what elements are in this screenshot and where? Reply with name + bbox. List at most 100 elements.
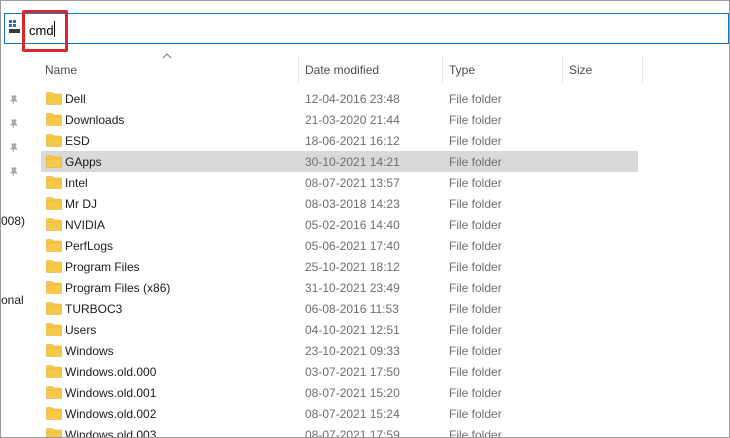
file-type: File folder	[449, 260, 502, 274]
file-date-modified: 05-06-2021 17:40	[305, 239, 400, 253]
folder-icon	[46, 238, 62, 252]
file-date-modified: 08-03-2018 14:23	[305, 197, 400, 211]
file-date-modified: 23-10-2021 09:33	[305, 344, 400, 358]
file-row[interactable]: Windows.old.000 03-07-2021 17:50 File fold…	[41, 361, 638, 382]
folder-icon	[46, 175, 62, 189]
folder-icon	[46, 322, 62, 336]
file-type: File folder	[449, 323, 502, 337]
file-name[interactable]: Windows.old.000	[65, 365, 156, 379]
command-prompt-icon	[9, 20, 20, 33]
file-type: File folder	[449, 302, 502, 316]
file-row[interactable]: Users 04-10-2021 12:51 File folder	[41, 319, 638, 340]
column-divider[interactable]	[442, 56, 443, 83]
file-name[interactable]: Users	[65, 323, 96, 337]
file-row[interactable]: Windows.old.002 08-07-2021 15:24 File fold…	[41, 403, 638, 424]
file-type: File folder	[449, 155, 502, 169]
folder-icon	[46, 259, 62, 273]
file-row[interactable]: Mr DJ 08-03-2018 14:23 File folder	[41, 193, 638, 214]
file-type: File folder	[449, 428, 502, 438]
column-header-size[interactable]: Size	[569, 63, 592, 77]
column-divider[interactable]	[642, 56, 643, 83]
file-date-modified: 05-02-2016 14:40	[305, 218, 400, 232]
file-name[interactable]: TURBOC3	[65, 302, 122, 316]
column-divider[interactable]	[298, 56, 299, 83]
file-date-modified: 31-10-2021 23:49	[305, 281, 400, 295]
pin-icon[interactable]	[9, 119, 19, 129]
file-date-modified: 03-07-2021 17:50	[305, 365, 400, 379]
file-type: File folder	[449, 239, 502, 253]
file-row[interactable]: Windows.old.003 08-07-2021 17:59 File fold…	[41, 424, 638, 438]
file-type: File folder	[449, 281, 502, 295]
highlight-annotation-box	[22, 10, 68, 52]
file-row[interactable]: NVIDIA 05-02-2016 14:40 File folder	[41, 214, 638, 235]
pin-icon[interactable]	[9, 167, 19, 177]
file-row[interactable]: Windows.old.001 08-07-2021 15:20 File fold…	[41, 382, 638, 403]
file-name[interactable]: Dell	[65, 92, 86, 106]
file-row[interactable]: Program Files 25-10-2021 18:12 File folder	[41, 256, 638, 277]
nav-pane-item-fragment[interactable]: 008)	[1, 214, 25, 228]
file-date-modified: 18-06-2021 16:12	[305, 134, 400, 148]
pin-icon[interactable]	[9, 143, 19, 153]
file-name[interactable]: Program Files	[65, 260, 140, 274]
folder-icon	[46, 385, 62, 399]
sort-ascending-icon	[162, 53, 172, 59]
file-type: File folder	[449, 176, 502, 190]
file-date-modified: 08-07-2021 17:59	[305, 428, 400, 438]
file-row[interactable]: Dell 12-04-2016 23:48 File folder	[41, 88, 638, 109]
column-header-date-modified[interactable]: Date modified	[305, 63, 379, 77]
file-date-modified: 04-10-2021 12:51	[305, 323, 400, 337]
column-divider[interactable]	[562, 56, 563, 83]
folder-icon	[46, 301, 62, 315]
file-name[interactable]: GApps	[65, 155, 102, 169]
file-name[interactable]: ESD	[65, 134, 90, 148]
file-row[interactable]: Program Files (x86) 31-10-2021 23:49 File …	[41, 277, 638, 298]
folder-icon	[46, 427, 62, 437]
nav-pane-item-fragment[interactable]: onal	[1, 293, 24, 307]
column-header-name[interactable]: Name	[45, 63, 77, 77]
folder-icon	[46, 91, 62, 105]
file-name[interactable]: Windows.old.003	[65, 428, 156, 437]
file-date-modified: 08-07-2021 15:24	[305, 407, 400, 421]
folder-icon	[46, 364, 62, 378]
file-name[interactable]: Windows	[65, 344, 114, 358]
file-row[interactable]: ESD 18-06-2021 16:12 File folder	[41, 130, 638, 151]
file-type: File folder	[449, 386, 502, 400]
file-name[interactable]: Windows.old.002	[65, 407, 156, 421]
file-row[interactable]: TURBOC3 06-08-2016 11:53 File folder	[41, 298, 638, 319]
address-bar[interactable]	[4, 13, 729, 44]
file-type: File folder	[449, 365, 502, 379]
folder-icon	[46, 112, 62, 126]
file-row[interactable]: Windows 23-10-2021 09:33 File folder	[41, 340, 638, 361]
file-name[interactable]: Program Files (x86)	[65, 281, 170, 295]
file-type: File folder	[449, 407, 502, 421]
file-type: File folder	[449, 344, 502, 358]
file-type: File folder	[449, 113, 502, 127]
folder-icon	[46, 133, 62, 147]
file-date-modified: 21-03-2020 21:44	[305, 113, 400, 127]
file-row[interactable]: Downloads 21-03-2020 21:44 File folder	[41, 109, 638, 130]
file-row[interactable]: Intel 08-07-2021 13:57 File folder	[41, 172, 638, 193]
file-name[interactable]: NVIDIA	[65, 218, 105, 232]
file-date-modified: 08-07-2021 15:20	[305, 386, 400, 400]
file-type: File folder	[449, 218, 502, 232]
pin-icon[interactable]	[9, 95, 19, 105]
file-name[interactable]: Mr DJ	[65, 197, 97, 211]
column-header-type[interactable]: Type	[449, 63, 475, 77]
folder-icon	[46, 196, 62, 210]
file-type: File folder	[449, 92, 502, 106]
file-date-modified: 30-10-2021 14:21	[305, 155, 400, 169]
file-name[interactable]: Windows.old.001	[65, 386, 156, 400]
file-date-modified: 08-07-2021 13:57	[305, 176, 400, 190]
file-row[interactable]: PerfLogs 05-06-2021 17:40 File folder	[41, 235, 638, 256]
file-name[interactable]: Downloads	[65, 113, 124, 127]
folder-icon	[46, 280, 62, 294]
file-type: File folder	[449, 134, 502, 148]
file-explorer-window: 008) onal Name Date modified Type Size D…	[0, 0, 730, 438]
file-name[interactable]: Intel	[65, 176, 88, 190]
folder-icon	[46, 406, 62, 420]
folder-icon	[46, 154, 62, 168]
file-type: File folder	[449, 197, 502, 211]
file-row[interactable]: GApps 30-10-2021 14:21 File folder	[41, 151, 638, 172]
file-name[interactable]: PerfLogs	[65, 239, 113, 253]
folder-icon	[46, 343, 62, 357]
